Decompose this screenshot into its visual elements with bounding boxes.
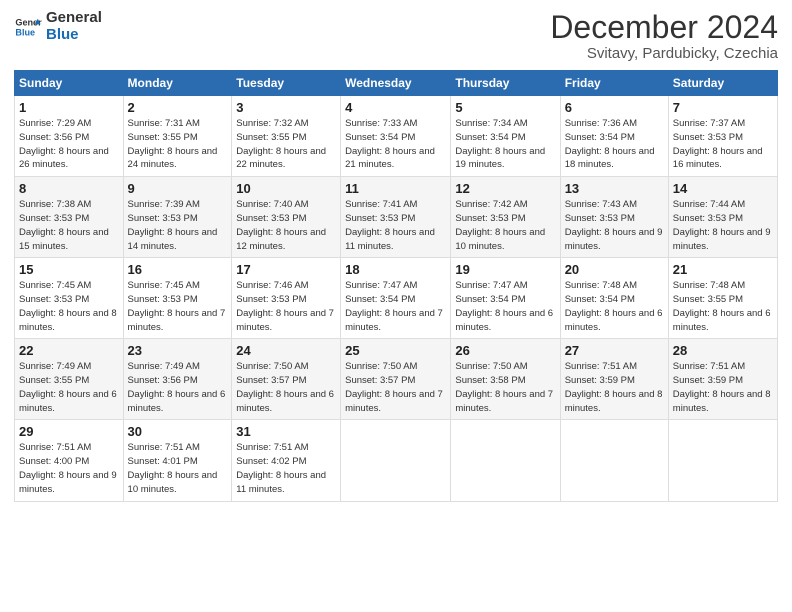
week-row-2: 8 Sunrise: 7:38 AMSunset: 3:53 PMDayligh…	[15, 177, 778, 258]
day-8: 8 Sunrise: 7:38 AMSunset: 3:53 PMDayligh…	[15, 177, 124, 258]
logo-line2: Blue	[46, 27, 102, 44]
month-title: December 2024	[550, 10, 778, 45]
day-23: 23 Sunrise: 7:49 AMSunset: 3:56 PMDaylig…	[123, 339, 232, 420]
page: General Blue General Blue December 2024 …	[0, 0, 792, 512]
day-18: 18 Sunrise: 7:47 AMSunset: 3:54 PMDaylig…	[341, 258, 451, 339]
day-31: 31 Sunrise: 7:51 AMSunset: 4:02 PMDaylig…	[232, 420, 341, 501]
col-saturday: Saturday	[668, 71, 777, 96]
day-26: 26 Sunrise: 7:50 AMSunset: 3:58 PMDaylig…	[451, 339, 560, 420]
logo: General Blue General Blue	[14, 10, 102, 43]
day-9: 9 Sunrise: 7:39 AMSunset: 3:53 PMDayligh…	[123, 177, 232, 258]
col-monday: Monday	[123, 71, 232, 96]
logo-line1: General	[46, 10, 102, 27]
day-16: 16 Sunrise: 7:45 AMSunset: 3:53 PMDaylig…	[123, 258, 232, 339]
day-25: 25 Sunrise: 7:50 AMSunset: 3:57 PMDaylig…	[341, 339, 451, 420]
day-11: 11 Sunrise: 7:41 AMSunset: 3:53 PMDaylig…	[341, 177, 451, 258]
day-17: 17 Sunrise: 7:46 AMSunset: 3:53 PMDaylig…	[232, 258, 341, 339]
day-30: 30 Sunrise: 7:51 AMSunset: 4:01 PMDaylig…	[123, 420, 232, 501]
title-block: December 2024 Svitavy, Pardubicky, Czech…	[550, 10, 778, 62]
week-row-1: 1 Sunrise: 7:29 AMSunset: 3:56 PMDayligh…	[15, 96, 778, 177]
col-sunday: Sunday	[15, 71, 124, 96]
day-2: 2 Sunrise: 7:31 AMSunset: 3:55 PMDayligh…	[123, 96, 232, 177]
week-row-3: 15 Sunrise: 7:45 AMSunset: 3:53 PMDaylig…	[15, 258, 778, 339]
day-10: 10 Sunrise: 7:40 AMSunset: 3:53 PMDaylig…	[232, 177, 341, 258]
calendar-header-row: Sunday Monday Tuesday Wednesday Thursday…	[15, 71, 778, 96]
svg-text:Blue: Blue	[15, 27, 35, 37]
col-wednesday: Wednesday	[341, 71, 451, 96]
col-friday: Friday	[560, 71, 668, 96]
day-24: 24 Sunrise: 7:50 AMSunset: 3:57 PMDaylig…	[232, 339, 341, 420]
col-tuesday: Tuesday	[232, 71, 341, 96]
day-20: 20 Sunrise: 7:48 AMSunset: 3:54 PMDaylig…	[560, 258, 668, 339]
week-row-4: 22 Sunrise: 7:49 AMSunset: 3:55 PMDaylig…	[15, 339, 778, 420]
day-19: 19 Sunrise: 7:47 AMSunset: 3:54 PMDaylig…	[451, 258, 560, 339]
calendar-table: Sunday Monday Tuesday Wednesday Thursday…	[14, 70, 778, 501]
day-4: 4 Sunrise: 7:33 AMSunset: 3:54 PMDayligh…	[341, 96, 451, 177]
day-21: 21 Sunrise: 7:48 AMSunset: 3:55 PMDaylig…	[668, 258, 777, 339]
day-7: 7 Sunrise: 7:37 AMSunset: 3:53 PMDayligh…	[668, 96, 777, 177]
day-13: 13 Sunrise: 7:43 AMSunset: 3:53 PMDaylig…	[560, 177, 668, 258]
location-subtitle: Svitavy, Pardubicky, Czechia	[550, 45, 778, 62]
week-row-5: 29 Sunrise: 7:51 AMSunset: 4:00 PMDaylig…	[15, 420, 778, 501]
day-3: 3 Sunrise: 7:32 AMSunset: 3:55 PMDayligh…	[232, 96, 341, 177]
day-5: 5 Sunrise: 7:34 AMSunset: 3:54 PMDayligh…	[451, 96, 560, 177]
day-28: 28 Sunrise: 7:51 AMSunset: 3:59 PMDaylig…	[668, 339, 777, 420]
day-6: 6 Sunrise: 7:36 AMSunset: 3:54 PMDayligh…	[560, 96, 668, 177]
empty-cell-3	[560, 420, 668, 501]
day-29: 29 Sunrise: 7:51 AMSunset: 4:00 PMDaylig…	[15, 420, 124, 501]
day-22: 22 Sunrise: 7:49 AMSunset: 3:55 PMDaylig…	[15, 339, 124, 420]
logo-icon: General Blue	[14, 13, 42, 41]
day-12: 12 Sunrise: 7:42 AMSunset: 3:53 PMDaylig…	[451, 177, 560, 258]
empty-cell-4	[668, 420, 777, 501]
day-1: 1 Sunrise: 7:29 AMSunset: 3:56 PMDayligh…	[15, 96, 124, 177]
empty-cell-2	[451, 420, 560, 501]
empty-cell-1	[341, 420, 451, 501]
col-thursday: Thursday	[451, 71, 560, 96]
header: General Blue General Blue December 2024 …	[14, 10, 778, 62]
day-27: 27 Sunrise: 7:51 AMSunset: 3:59 PMDaylig…	[560, 339, 668, 420]
day-15: 15 Sunrise: 7:45 AMSunset: 3:53 PMDaylig…	[15, 258, 124, 339]
day-14: 14 Sunrise: 7:44 AMSunset: 3:53 PMDaylig…	[668, 177, 777, 258]
